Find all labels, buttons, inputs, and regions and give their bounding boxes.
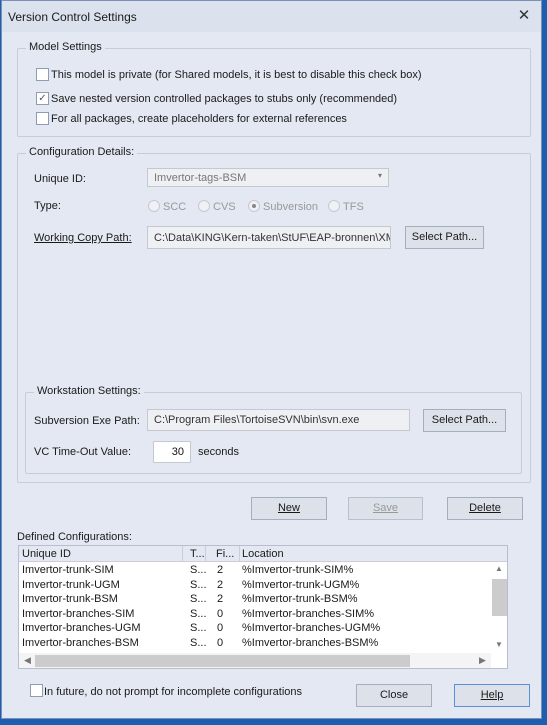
scroll-up-icon[interactable]: ▲ (495, 564, 503, 573)
new-label: New (277, 502, 300, 514)
unique-id-value: Imvertor-tags-BSM (154, 172, 247, 184)
table-row[interactable]: Imvertor-branches-BSM S... 0 %Imvertor-bran… (19, 637, 491, 652)
defined-configurations-label: Defined Configurations: (17, 531, 132, 543)
scroll-right-icon[interactable]: ▶ (479, 655, 486, 666)
type-radio-cvs[interactable] (198, 200, 210, 212)
close-label: Close (379, 689, 409, 701)
type-radio-tfs[interactable] (328, 200, 340, 212)
no-prompt-label: In future, do not prompt for incomplete … (44, 686, 303, 698)
table-cell: S... (190, 578, 207, 591)
table-cell: Imvertor-trunk-BSM (22, 593, 118, 606)
help-button[interactable]: Help (454, 684, 530, 707)
working-copy-label: Working Copy Path: (34, 232, 132, 244)
table-cell: Imvertor-branches-UGM (22, 622, 141, 635)
scroll-down-icon[interactable]: ▼ (495, 640, 503, 649)
delete-button[interactable]: Delete (447, 497, 523, 520)
column-header-files[interactable]: Fi... (216, 548, 234, 560)
table-cell: %Imvertor-branches-BSM% (242, 637, 379, 649)
table-cell: S... (190, 564, 207, 576)
table-cell: %Imvertor-trunk-SIM% (242, 564, 354, 576)
table-cell: Imvertor-branches-BSM (22, 637, 139, 649)
select-exe-path-button[interactable]: Select Path... (423, 409, 506, 432)
type-label-cvs: CVS (213, 201, 236, 213)
model-settings-legend: Model Settings (26, 41, 105, 53)
table-cell: %Imvertor-trunk-BSM% (242, 593, 358, 606)
subversion-exe-path-field[interactable]: C:\Program Files\TortoiseSVN\bin\svn.exe (147, 409, 410, 431)
type-radio-subversion[interactable] (248, 200, 260, 212)
timeout-unit: seconds (198, 446, 239, 458)
table-cell: 0 (217, 622, 224, 635)
title-bar: Version Control Settings ✕ (2, 1, 541, 32)
type-label-tfs: TFS (343, 201, 364, 213)
subversion-exe-label: Subversion Exe Path: (34, 415, 140, 427)
table-cell: 2 (217, 578, 224, 591)
horizontal-scroll-thumb[interactable] (35, 655, 410, 667)
column-header-unique-id[interactable]: Unique ID (22, 548, 71, 560)
type-radio-scc[interactable] (148, 200, 160, 212)
unique-id-label: Unique ID: (34, 173, 86, 185)
timeout-label: VC Time-Out Value: (34, 446, 131, 458)
private-model-checkbox[interactable] (36, 68, 49, 81)
placeholders-label: For all packages, create placeholders fo… (51, 113, 347, 125)
save-stubs-checkbox[interactable]: ✓ (36, 92, 49, 105)
table-row[interactable]: Imvertor-trunk-UGM S... 2 %Imvertor-trunk-U… (19, 579, 491, 594)
working-copy-path-field[interactable]: C:\Data\KING\Kern-taken\StUF\EAP-bronnen… (147, 226, 391, 249)
table-cell: S... (190, 622, 207, 635)
table-cell: 2 (217, 564, 224, 576)
column-header-type[interactable]: T... (190, 548, 205, 560)
horizontal-scrollbar[interactable]: ◀ ▶ (19, 653, 491, 668)
type-label-scc: SCC (163, 201, 187, 213)
timeout-input[interactable]: 30 (153, 441, 191, 463)
table-cell: Imvertor-trunk-SIM (22, 564, 114, 576)
scroll-left-icon[interactable]: ◀ (24, 655, 31, 666)
workstation-settings-legend: Workstation Settings: (34, 385, 144, 397)
column-header-location[interactable]: Location (242, 548, 284, 560)
table-row[interactable]: Imvertor-branches-UGM S... 0 %Imvertor-bran… (19, 622, 491, 637)
column-divider (239, 546, 240, 562)
save-label: Save (372, 502, 399, 514)
table-header: Unique ID T... Fi... Location (19, 546, 507, 562)
table-cell: 0 (217, 607, 224, 620)
close-button[interactable]: Close (356, 684, 432, 707)
save-button[interactable]: Save (348, 497, 423, 520)
dialog-title: Version Control Settings (8, 10, 137, 24)
table-row[interactable]: Imvertor-trunk-SIM S... 2 %Imvertor-trunk-S… (19, 564, 491, 579)
table-cell: %Imvertor-branches-UGM% (242, 622, 381, 635)
chevron-down-icon: ▾ (377, 171, 382, 180)
table-cell: S... (190, 637, 207, 649)
table-row[interactable]: Imvertor-branches-SIM S... 0 %Imvertor-bran… (19, 608, 491, 623)
table-cell: Imvertor-branches-SIM (22, 607, 135, 620)
table-cell: S... (190, 607, 207, 620)
no-prompt-checkbox[interactable] (30, 684, 43, 697)
new-button[interactable]: New (251, 497, 327, 520)
table-cell: Imvertor-trunk-UGM (22, 578, 120, 591)
configuration-details-legend: Configuration Details: (26, 146, 138, 158)
unique-id-combobox[interactable]: Imvertor-tags-BSM ▾ (147, 168, 389, 187)
placeholders-checkbox[interactable] (36, 112, 49, 125)
type-label-subversion: Subversion (263, 201, 319, 213)
save-stubs-label: Save nested version controlled packages … (51, 93, 398, 105)
close-icon[interactable]: ✕ (513, 6, 535, 26)
select-working-copy-path-button[interactable]: Select Path... (405, 226, 484, 249)
column-divider (182, 546, 183, 562)
vertical-scroll-thumb[interactable] (492, 579, 507, 616)
delete-label: Delete (469, 502, 501, 514)
type-label: Type: (34, 200, 61, 212)
vertical-scrollbar[interactable]: ▲ ▼ (491, 562, 507, 653)
table-row[interactable]: Imvertor-trunk-BSM S... 2 %Imvertor-trunk-B… (19, 593, 491, 608)
table-cell: %Imvertor-trunk-UGM% (242, 578, 360, 591)
private-model-label: This model is private (for Shared models… (51, 69, 422, 81)
column-divider (205, 546, 206, 562)
version-control-dialog: Version Control Settings ✕ Model Setting… (1, 0, 542, 719)
configurations-table[interactable]: Unique ID T... Fi... Location Imvertor-t… (18, 545, 508, 669)
table-cell: S... (190, 593, 207, 606)
help-label: Help (480, 689, 504, 701)
table-cell: %Imvertor-branches-SIM% (242, 607, 375, 620)
workstation-settings-group: Workstation Settings: (25, 385, 522, 474)
table-cell: 0 (217, 637, 224, 649)
table-cell: 2 (217, 593, 224, 606)
